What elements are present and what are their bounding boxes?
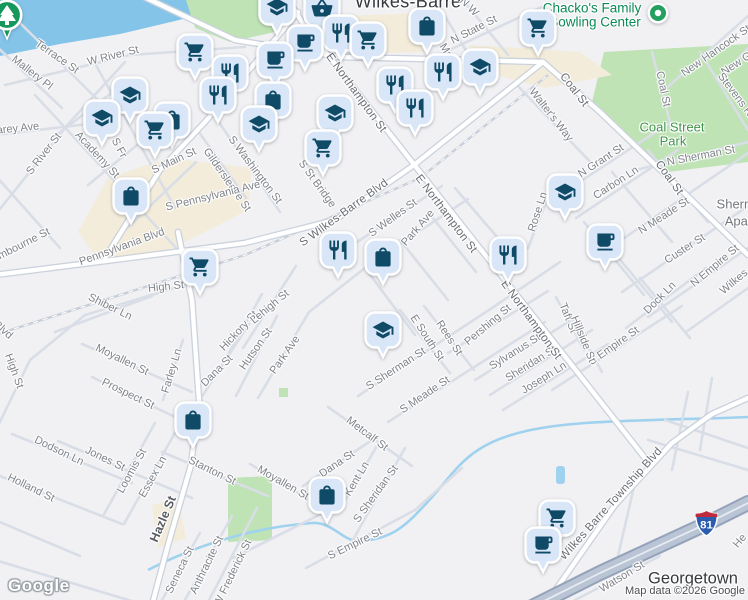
poi-marker-bag[interactable] <box>111 176 151 226</box>
route-number: 81 <box>700 520 713 532</box>
coal-street-park-green <box>592 44 748 172</box>
poi-marker-school[interactable] <box>363 310 403 360</box>
poi-marker-restaurant[interactable] <box>488 235 528 285</box>
poi-marker-park-tree[interactable] <box>0 0 24 42</box>
poi-marker-restaurant[interactable] <box>318 230 358 280</box>
poi-marker-cart[interactable] <box>518 8 558 58</box>
poi-marker-school[interactable] <box>239 104 279 154</box>
map-canvas[interactable]: Wilkes-Barre Georgetown Chacko's Family Bow… <box>0 0 748 600</box>
poi-marker-place-dot[interactable] <box>646 1 670 25</box>
poi-marker-bag[interactable] <box>173 400 213 450</box>
poi-marker-cart[interactable] <box>303 128 343 178</box>
poi-marker-bag[interactable] <box>307 475 347 525</box>
poi-marker-school[interactable] <box>82 98 122 148</box>
poi-marker-restaurant[interactable] <box>198 75 238 125</box>
poi-marker-cart[interactable] <box>135 110 175 160</box>
tiny-green <box>279 388 288 397</box>
poi-marker-cafe[interactable] <box>523 525 563 575</box>
map-attribution: Map data ©2026 Google <box>624 585 745 597</box>
poi-marker-cart[interactable] <box>180 247 220 297</box>
poi-marker-cafe[interactable] <box>585 222 625 272</box>
interstate-81-shield: 81 <box>694 510 719 537</box>
poi-marker-cart[interactable] <box>348 20 388 70</box>
poi-marker-school[interactable] <box>545 172 585 222</box>
pond <box>556 466 565 484</box>
poi-marker-bag[interactable] <box>363 237 403 287</box>
poi-marker-restaurant[interactable] <box>395 88 435 138</box>
poi-marker-school[interactable] <box>460 47 500 97</box>
google-logo[interactable]: Google <box>8 576 70 596</box>
poi-marker-bag[interactable] <box>407 6 447 56</box>
